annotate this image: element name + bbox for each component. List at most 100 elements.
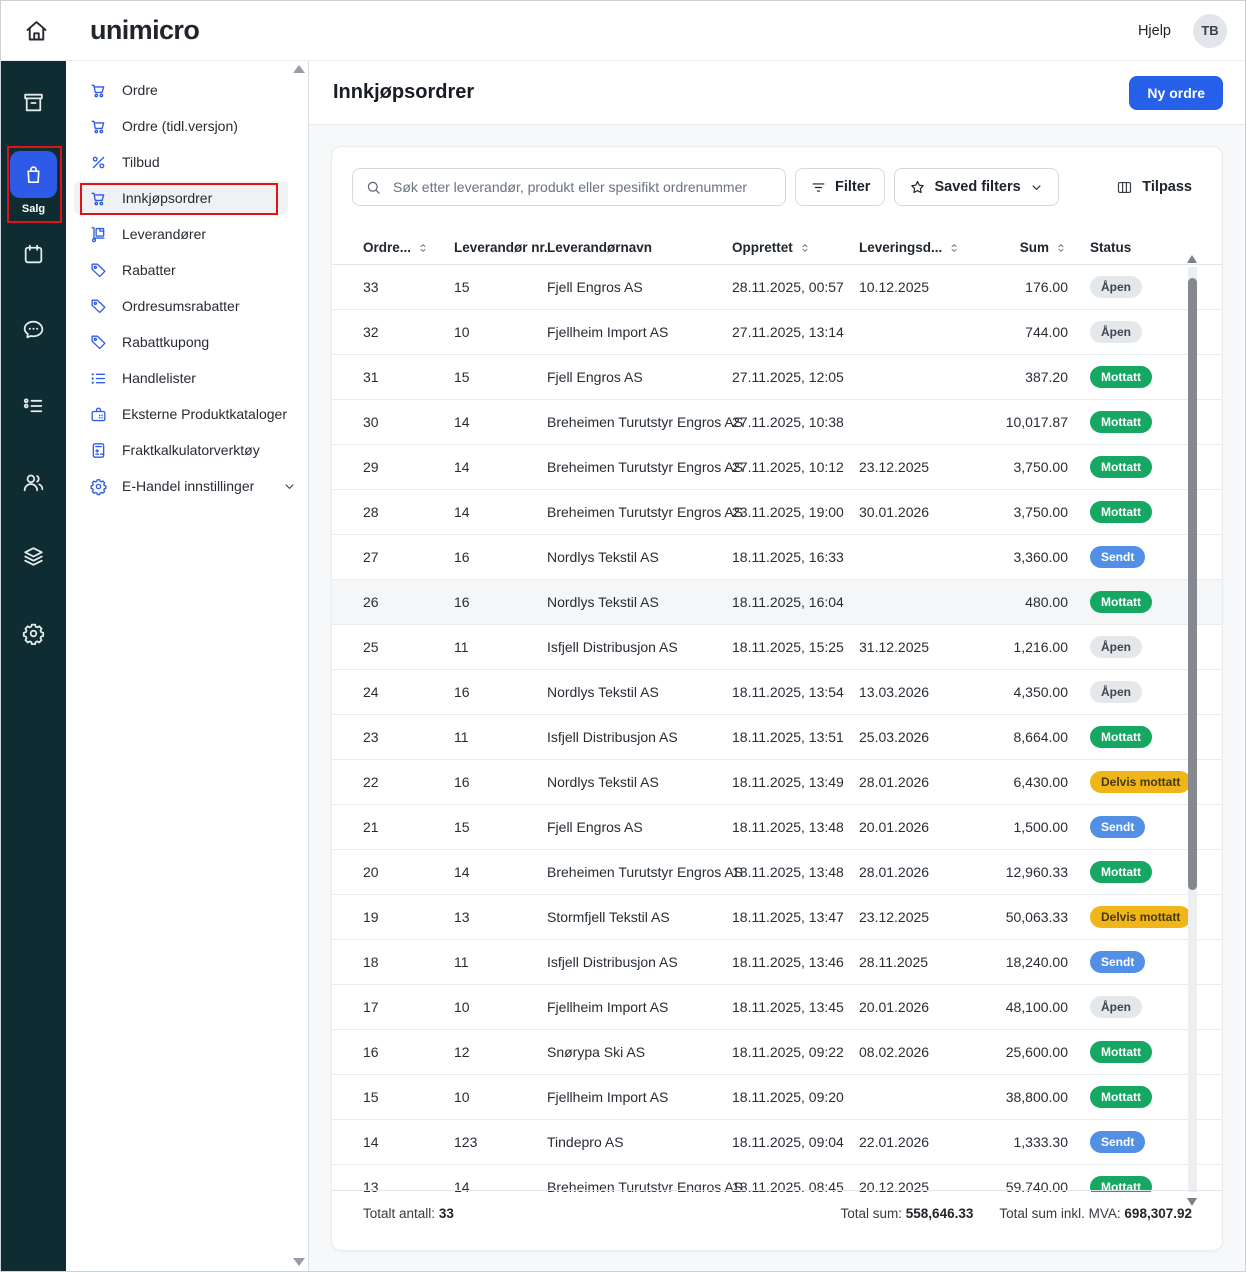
scroll-up-icon[interactable] xyxy=(1187,255,1197,263)
rail-item-archive[interactable] xyxy=(1,90,66,120)
status-badge: Mottatt xyxy=(1090,456,1152,478)
cell-status: Åpen xyxy=(1090,681,1142,703)
sidebar-item-label: Eksterne Produktkataloger xyxy=(122,406,287,422)
cell-leverandor-nr: 14 xyxy=(454,490,542,535)
cell-leverandor-nr: 10 xyxy=(454,1075,542,1120)
table-row[interactable]: 2616Nordlys Tekstil AS18.11.2025, 16:044… xyxy=(332,580,1222,625)
table-row[interactable]: 2216Nordlys Tekstil AS18.11.2025, 13:492… xyxy=(332,760,1222,805)
rail-item-calendar[interactable] xyxy=(1,242,66,272)
table-row[interactable]: 2311Isfjell Distribusjon AS18.11.2025, 1… xyxy=(332,715,1222,760)
table-row[interactable]: 2511Isfjell Distribusjon AS18.11.2025, 1… xyxy=(332,625,1222,670)
sidebar-item-leverand-rer[interactable]: Leverandører xyxy=(74,217,288,251)
cell-sum: 1,500.00 xyxy=(928,805,1068,850)
rail-item-salg[interactable]: Salg xyxy=(1,151,66,215)
avatar[interactable]: TB xyxy=(1193,14,1227,48)
rail-item-settings[interactable] xyxy=(1,621,66,651)
cell-ordrenummer: 27 xyxy=(363,535,448,580)
sidebar-scroll-up-icon[interactable] xyxy=(293,65,305,73)
cell-leverandor-nr: 13 xyxy=(454,895,542,940)
sidebar-item-label: Innkjøpsordrer xyxy=(122,190,212,206)
table-row[interactable]: 1811Isfjell Distribusjon AS18.11.2025, 1… xyxy=(332,940,1222,985)
status-badge: Delvis mottatt xyxy=(1090,906,1191,928)
cell-sum: 50,063.33 xyxy=(928,895,1068,940)
sidebar-scroll-down-icon[interactable] xyxy=(293,1258,305,1266)
sidebar-item-ordre-tidl-versjon[interactable]: Ordre (tidl.versjon) xyxy=(74,109,288,143)
sidebar-item-label: Rabatter xyxy=(122,262,176,278)
nav-rail: Salg xyxy=(1,61,66,1272)
cell-leverandor-nr: 16 xyxy=(454,580,542,625)
cell-leverandornavn: Isfjell Distribusjon AS xyxy=(547,715,732,760)
table-row[interactable]: 2716Nordlys Tekstil AS18.11.2025, 16:333… xyxy=(332,535,1222,580)
rail-item-chat[interactable] xyxy=(1,317,66,347)
search-input[interactable] xyxy=(391,178,785,196)
sidebar-item-e-handel-innstillinger[interactable]: E-Handel innstillinger xyxy=(74,469,288,503)
table-row[interactable]: 2814Breheimen Turutstyr Engros AS23.11.2… xyxy=(332,490,1222,535)
table-row[interactable]: 2914Breheimen Turutstyr Engros AS27.11.2… xyxy=(332,445,1222,490)
rail-item-label: Salg xyxy=(22,203,45,215)
saved-filters-button[interactable]: Saved filters xyxy=(894,168,1058,206)
sidebar-item-rabatter[interactable]: Rabatter xyxy=(74,253,288,287)
sidebar-item-label: Leverandører xyxy=(122,226,206,242)
table-row[interactable]: 3210Fjellheim Import AS27.11.2025, 13:14… xyxy=(332,310,1222,355)
rail-item-tasks[interactable] xyxy=(1,393,66,423)
table-row[interactable]: 1510Fjellheim Import AS18.11.2025, 09:20… xyxy=(332,1075,1222,1120)
archive-icon xyxy=(21,90,46,120)
table-row[interactable]: 1314Breheimen Turutstyr Engros AS18.11.2… xyxy=(332,1165,1222,1192)
column-header-ordre[interactable]: Ordre... xyxy=(363,230,448,265)
table-scrollbar[interactable] xyxy=(1188,267,1197,1192)
list-icon xyxy=(89,369,108,388)
table-row[interactable]: 14123Tindepro AS18.11.2025, 09:0422.01.2… xyxy=(332,1120,1222,1165)
help-link[interactable]: Hjelp xyxy=(1138,23,1171,39)
table-row[interactable]: 2014Breheimen Turutstyr Engros AS18.11.2… xyxy=(332,850,1222,895)
cell-leverandor-nr: 15 xyxy=(454,805,542,850)
column-header-opprettet[interactable]: Opprettet xyxy=(732,230,859,265)
cell-status: Åpen xyxy=(1090,276,1142,298)
scrollbar-thumb[interactable] xyxy=(1188,278,1197,890)
status-badge: Mottatt xyxy=(1090,591,1152,613)
table-row[interactable]: 1913Stormfjell Tekstil AS18.11.2025, 13:… xyxy=(332,895,1222,940)
cell-leverandor-nr: 14 xyxy=(454,400,542,445)
cell-status: Åpen xyxy=(1090,636,1142,658)
rail-item-layers[interactable] xyxy=(1,544,66,574)
status-badge: Åpen xyxy=(1090,321,1142,343)
status-badge: Åpen xyxy=(1090,681,1142,703)
table-row[interactable]: 2115Fjell Engros AS18.11.2025, 13:4820.0… xyxy=(332,805,1222,850)
cell-sum: 6,430.00 xyxy=(928,760,1068,805)
sidebar-item-ordresumsrabatter[interactable]: Ordresumsrabatter xyxy=(74,289,288,323)
sidebar-item-ordre[interactable]: Ordre xyxy=(74,73,288,107)
sidebar-item-handlelister[interactable]: Handlelister xyxy=(74,361,288,395)
sidebar-item-tilbud[interactable]: Tilbud xyxy=(74,145,288,179)
sidebar-item-rabattkupong[interactable]: Rabattkupong xyxy=(74,325,288,359)
cell-leverandornavn: Breheimen Turutstyr Engros AS xyxy=(547,445,732,490)
saved-filters-label: Saved filters xyxy=(934,179,1020,195)
cell-sum: 3,360.00 xyxy=(928,535,1068,580)
cell-leverandornavn: Fjellheim Import AS xyxy=(547,1075,732,1120)
rail-item-contacts[interactable] xyxy=(1,470,66,500)
column-header-sum[interactable]: Sum xyxy=(928,230,1068,265)
sidebar-item-eksterne-produktkataloger[interactable]: Eksterne Produktkataloger xyxy=(74,397,288,431)
sidebar-item-fraktkalkulatorverkt-y[interactable]: Fraktkalkulatorverktøy xyxy=(74,433,288,467)
customize-button[interactable]: Tilpass xyxy=(1116,179,1192,196)
cell-ordrenummer: 17 xyxy=(363,985,448,1030)
home-icon[interactable] xyxy=(23,17,50,44)
cell-sum: 176.00 xyxy=(928,265,1068,310)
cell-opprettet: 18.11.2025, 09:04 xyxy=(732,1120,859,1165)
sidebar-item-innkj-psordrer[interactable]: Innkjøpsordrer xyxy=(74,181,288,215)
star-icon xyxy=(909,179,926,196)
cell-ordrenummer: 26 xyxy=(363,580,448,625)
cell-opprettet: 23.11.2025, 19:00 xyxy=(732,490,859,535)
table-row[interactable]: 3014Breheimen Turutstyr Engros AS27.11.2… xyxy=(332,400,1222,445)
cell-leverandor-nr: 10 xyxy=(454,310,542,355)
cell-status: Åpen xyxy=(1090,321,1142,343)
table-row[interactable]: 3315Fjell Engros AS28.11.2025, 00:5710.1… xyxy=(332,265,1222,310)
status-badge: Åpen xyxy=(1090,636,1142,658)
table-row[interactable]: 1612Snørypa Ski AS18.11.2025, 09:2208.02… xyxy=(332,1030,1222,1075)
customize-label: Tilpass xyxy=(1142,179,1192,195)
column-label: Leverandør nr. xyxy=(454,240,548,255)
filter-button[interactable]: Filter xyxy=(795,168,885,206)
table-row[interactable]: 2416Nordlys Tekstil AS18.11.2025, 13:541… xyxy=(332,670,1222,715)
new-order-button[interactable]: Ny ordre xyxy=(1129,76,1223,110)
cell-leverandor-nr: 14 xyxy=(454,1165,542,1192)
table-row[interactable]: 3115Fjell Engros AS27.11.2025, 12:05387.… xyxy=(332,355,1222,400)
table-row[interactable]: 1710Fjellheim Import AS18.11.2025, 13:45… xyxy=(332,985,1222,1030)
